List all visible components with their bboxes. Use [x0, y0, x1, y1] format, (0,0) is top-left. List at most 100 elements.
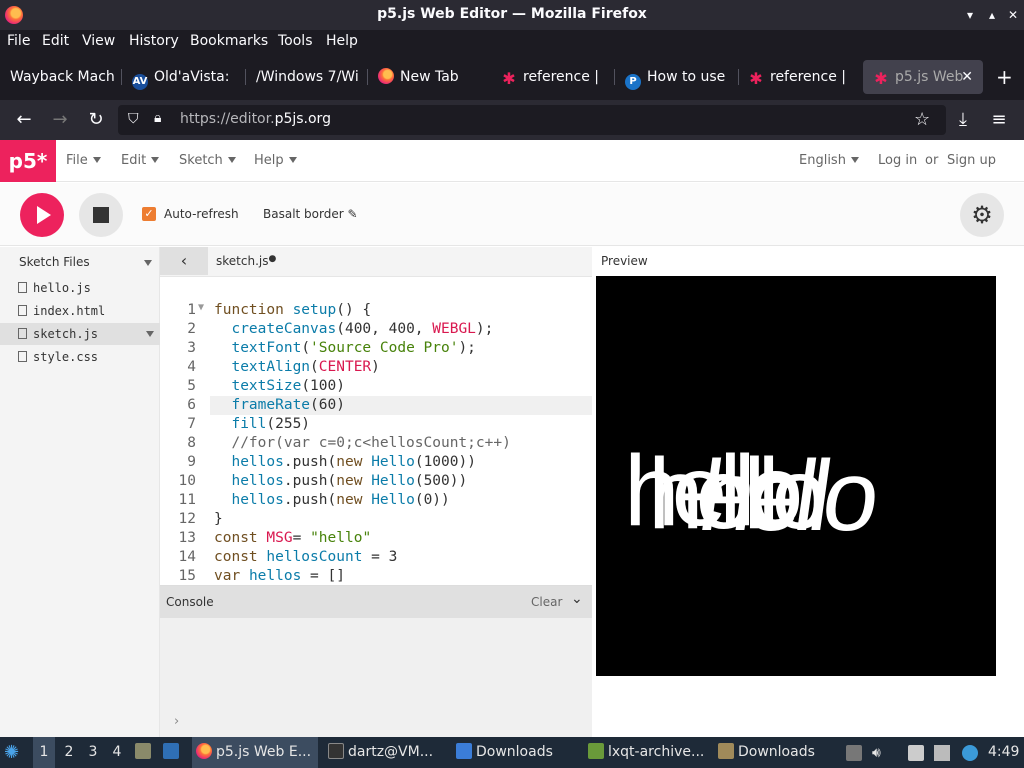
url-bar[interactable]: ⛉ 🔒︎ https://editor.p5js.org ☆	[118, 105, 946, 135]
code-editor[interactable]: 1 2 3 4 5 6 7 8 9 10 11 12 13 14 15 function setup() {…	[160, 277, 592, 585]
reload-icon[interactable]: ↻	[85, 109, 107, 131]
hamburger-menu-icon[interactable]: ≡	[988, 109, 1010, 131]
fold-arrow-icon[interactable]: ▼	[198, 302, 204, 313]
console-prompt[interactable]: ›	[174, 714, 179, 729]
close-icon[interactable]: ✕	[1005, 7, 1021, 23]
code-line[interactable]: hellos.push(new Hello(500))	[214, 473, 467, 489]
code-line[interactable]: function setup() {	[214, 302, 371, 318]
tab-reference-1[interactable]: ✱ reference |	[491, 60, 615, 94]
tab-close-icon[interactable]: ✕	[961, 60, 973, 94]
code-line[interactable]: const MSG= "hello"	[214, 530, 371, 546]
maximize-icon[interactable]: ▴	[984, 7, 1000, 23]
login-link[interactable]: Log in	[878, 153, 917, 168]
p5-menu-sketch[interactable]: Sketch	[179, 153, 236, 168]
line-number: 13	[178, 530, 196, 546]
bookmark-star-icon[interactable]: ☆	[914, 109, 930, 130]
collapse-sidebar-chevron-icon[interactable]: ‹	[160, 247, 208, 275]
tab-new-tab[interactable]: New Tab	[368, 60, 492, 94]
code-line[interactable]: createCanvas(400, 400, WEBGL);	[214, 321, 493, 337]
shield-icon[interactable]: ⛉	[128, 111, 139, 127]
editor-tabs: ‹ sketch.js●	[160, 247, 592, 277]
sketch-files-header: Sketch Files	[19, 255, 90, 269]
pencil-icon[interactable]: ✎	[348, 207, 358, 221]
network-icon[interactable]	[934, 745, 950, 761]
p5-menu-file[interactable]: File	[66, 153, 101, 168]
chevron-down-icon[interactable]	[146, 331, 154, 337]
menu-tools[interactable]: Tools	[278, 33, 313, 49]
back-arrow-icon[interactable]: ←	[13, 109, 35, 131]
menu-bookmarks[interactable]: Bookmarks	[190, 33, 268, 49]
editor-file-tab[interactable]: sketch.js●	[216, 254, 276, 268]
file-manager-icon[interactable]	[135, 737, 157, 768]
firefox-icon	[196, 743, 212, 759]
notification-icon[interactable]	[962, 745, 978, 761]
file-hello-js[interactable]: hello.js	[0, 277, 160, 299]
tab-wayback[interactable]: Wayback Mach	[0, 60, 122, 94]
start-menu-icon[interactable]: ✺	[4, 737, 28, 768]
code-line[interactable]: textFont('Source Code Pro');	[214, 340, 475, 356]
workspace-2[interactable]: 2	[58, 737, 80, 768]
code-line[interactable]: textSize(100)	[214, 378, 345, 394]
code-line[interactable]: frameRate(60)	[214, 397, 345, 413]
p-icon: P	[625, 74, 641, 90]
sketch-name[interactable]: Basalt border ✎	[263, 207, 358, 221]
taskbar-item-downloads-1[interactable]: Downloads	[452, 737, 580, 768]
tab-reference-2[interactable]: ✱ reference |	[738, 60, 862, 94]
taskbar-item-downloads-2[interactable]: Downloads	[714, 737, 840, 768]
line-number: 8	[187, 435, 196, 451]
taskbar-item-lxqt-archiver[interactable]: lxqt-archive...	[584, 737, 710, 768]
code-line[interactable]: fill(255)	[214, 416, 310, 432]
console-panel: Console Clear ⌄ ›	[160, 585, 592, 737]
p5-menu-edit[interactable]: Edit	[121, 153, 160, 168]
language-selector[interactable]: English	[799, 153, 859, 168]
clipboard-icon[interactable]	[908, 745, 924, 761]
auto-refresh-checkbox[interactable]: ✓	[142, 207, 156, 221]
line-number: 15	[178, 568, 196, 584]
tab-oldavista[interactable]: AV Old'aVista:	[122, 60, 246, 94]
code-line[interactable]: }	[214, 511, 223, 527]
workspace-1[interactable]: 1	[33, 737, 55, 768]
tab-windows7[interactable]: /Windows 7/Wi	[246, 60, 368, 94]
code-line[interactable]: const hellosCount = 3	[214, 549, 397, 565]
minimize-icon[interactable]: ▾	[962, 7, 978, 23]
play-button[interactable]	[20, 193, 64, 237]
tab-p5-web-editor[interactable]: ✱ p5.js Web ✕	[863, 60, 983, 94]
menu-history[interactable]: History	[129, 33, 179, 49]
tray-upload-icon[interactable]	[846, 745, 862, 761]
code-line[interactable]: textAlign(CENTER)	[214, 359, 379, 375]
menu-help[interactable]: Help	[326, 33, 358, 49]
chevron-down-icon[interactable]	[144, 260, 152, 266]
workspace-3[interactable]: 3	[82, 737, 104, 768]
new-tab-button[interactable]: +	[990, 60, 1020, 94]
chevron-down-icon[interactable]: ⌄	[571, 591, 583, 607]
taskbar-item-terminal[interactable]: dartz@VM...	[324, 737, 448, 768]
menu-file[interactable]: File	[7, 33, 30, 49]
workspace-4[interactable]: 4	[106, 737, 128, 768]
code-line[interactable]: var hellos = []	[214, 568, 345, 584]
tab-how-to-use[interactable]: P How to use	[615, 60, 739, 94]
code-line[interactable]: //for(var c=0;c<hellosCount;c++)	[214, 435, 510, 451]
downloads-icon[interactable]: ⤓	[952, 109, 974, 131]
show-desktop-icon[interactable]	[163, 737, 185, 768]
code-line[interactable]: hellos.push(new Hello(0))	[214, 492, 449, 508]
taskbar-item-firefox[interactable]: p5.js Web E...	[192, 737, 318, 768]
lock-icon[interactable]: 🔒︎	[154, 110, 161, 126]
volume-icon[interactable]: 🔊︎	[872, 745, 888, 761]
signup-link[interactable]: Sign up	[947, 153, 996, 168]
p5-logo[interactable]: p5*	[0, 140, 56, 182]
stop-button[interactable]	[79, 193, 123, 237]
file-style-css[interactable]: style.css	[0, 346, 160, 368]
forward-arrow-icon[interactable]: →	[49, 109, 71, 131]
line-number: 10	[178, 473, 196, 489]
settings-gear-icon[interactable]: ⚙	[960, 193, 1004, 237]
preview-canvas[interactable]: hello hello hello	[596, 276, 996, 676]
menu-view[interactable]: View	[82, 33, 115, 49]
url-text[interactable]: https://editor.p5js.org	[180, 111, 331, 127]
file-sketch-js[interactable]: sketch.js	[0, 323, 160, 345]
menu-edit[interactable]: Edit	[42, 33, 69, 49]
p5-menu-help[interactable]: Help	[254, 153, 297, 168]
console-title: Console	[166, 595, 214, 609]
console-clear-button[interactable]: Clear	[531, 595, 562, 609]
code-line[interactable]: hellos.push(new Hello(1000))	[214, 454, 475, 470]
file-index-html[interactable]: index.html	[0, 300, 160, 322]
